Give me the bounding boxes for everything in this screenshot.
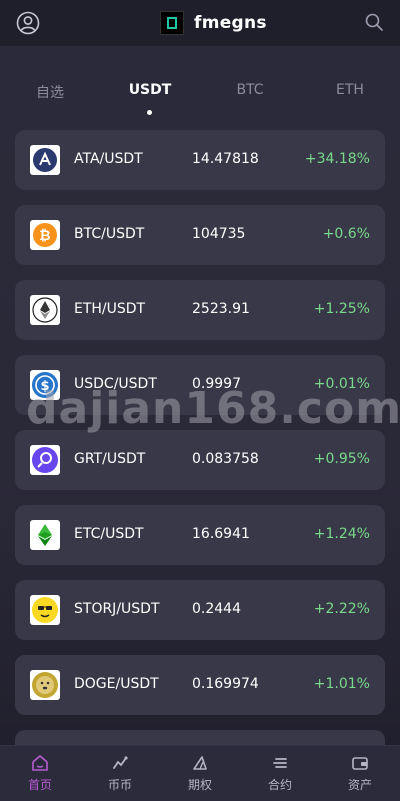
- price-change: +0.95%: [313, 451, 370, 467]
- last-price: 0.169974: [192, 676, 259, 692]
- price-change: +1.25%: [313, 301, 370, 317]
- market-row[interactable]: ATA/USDT 14.47818 +34.18%: [15, 130, 385, 190]
- wallet-icon: [352, 757, 368, 770]
- ata-logo-icon: [30, 145, 60, 175]
- nav-trade-label: 币币: [107, 778, 132, 792]
- market-row[interactable]: ETC/USDT 16.6941 +1.24%: [15, 505, 385, 565]
- svg-text:$: $: [40, 379, 49, 394]
- price-change: +1.01%: [313, 676, 370, 692]
- nav-contract[interactable]: 合约: [250, 754, 310, 793]
- grt-logo-icon: [30, 445, 60, 475]
- pair-name: BTC/USDT: [74, 226, 145, 242]
- top-bar: fmegns: [0, 0, 400, 46]
- tab-usdt[interactable]: USDT: [120, 82, 180, 98]
- price-change: +34.18%: [304, 151, 370, 167]
- nav-options[interactable]: 期权: [170, 754, 230, 793]
- market-row[interactable]: ETH/USDT 2523.91 +1.25%: [15, 280, 385, 340]
- pair-name: GRT/USDT: [74, 451, 146, 467]
- price-change: +0.6%: [322, 226, 370, 242]
- pair-name: USDC/USDT: [74, 376, 157, 392]
- brand-name: fmegns: [194, 13, 267, 33]
- nav-home[interactable]: 首页: [10, 754, 70, 793]
- nav-assets-label: 资产: [347, 778, 372, 792]
- svg-text:₿: ₿: [39, 228, 50, 244]
- market-row[interactable]: STORJ/USDT 0.2444 +2.22%: [15, 580, 385, 640]
- tab-favorites[interactable]: 自选: [20, 82, 80, 102]
- active-tab-indicator: [147, 110, 152, 115]
- contract-icon: [273, 758, 287, 768]
- price-change: +0.01%: [313, 376, 370, 392]
- market-tabs: 自选 USDT BTC ETH: [0, 82, 400, 122]
- market-row[interactable]: ₿ BTC/USDT 104735 +0.6%: [15, 205, 385, 265]
- pair-name: ETC/USDT: [74, 526, 144, 542]
- nav-options-label: 期权: [187, 778, 212, 792]
- user-profile-icon[interactable]: [16, 11, 40, 35]
- last-price: 2523.91: [192, 301, 250, 317]
- tab-btc[interactable]: BTC: [220, 82, 280, 98]
- market-row[interactable]: GRT/USDT 0.083758 +0.95%: [15, 430, 385, 490]
- market-row[interactable]: $ USDC/USDT 0.9997 +0.01%: [15, 355, 385, 415]
- storj-logo-icon: [30, 595, 60, 625]
- etc-logo-icon: [30, 520, 60, 550]
- last-price: 16.6941: [192, 526, 250, 542]
- last-price: 0.2444: [192, 601, 241, 617]
- trade-icon: [113, 756, 128, 769]
- usdc-logo-icon: $: [30, 370, 60, 400]
- nav-trade[interactable]: 币币: [90, 754, 150, 793]
- nav-home-label: 首页: [27, 778, 52, 792]
- brand-logo-icon: [160, 11, 184, 35]
- search-icon[interactable]: [364, 12, 384, 32]
- bottom-nav: 首页 币币 期权 合约 资产: [0, 745, 400, 801]
- eth-logo-icon: [30, 295, 60, 325]
- market-row[interactable]: DOGE/USDT 0.169974 +1.01%: [15, 655, 385, 715]
- pair-name: STORJ/USDT: [74, 601, 160, 617]
- brand: fmegns: [160, 11, 267, 35]
- last-price: 104735: [192, 226, 246, 242]
- last-price: 14.47818: [192, 151, 259, 167]
- nav-contract-label: 合约: [267, 778, 292, 792]
- last-price: 0.9997: [192, 376, 241, 392]
- tab-eth[interactable]: ETH: [320, 82, 380, 98]
- price-change: +2.22%: [313, 601, 370, 617]
- nav-assets[interactable]: 资产: [330, 754, 390, 793]
- doge-logo-icon: [30, 670, 60, 700]
- last-price: 0.083758: [192, 451, 259, 467]
- pair-name: ETH/USDT: [74, 301, 146, 317]
- pair-name: ATA/USDT: [74, 151, 143, 167]
- home-icon: [32, 755, 48, 771]
- price-change: +1.24%: [313, 526, 370, 542]
- btc-logo-icon: ₿: [30, 220, 60, 250]
- options-icon: [193, 756, 207, 770]
- pair-name: DOGE/USDT: [74, 676, 159, 692]
